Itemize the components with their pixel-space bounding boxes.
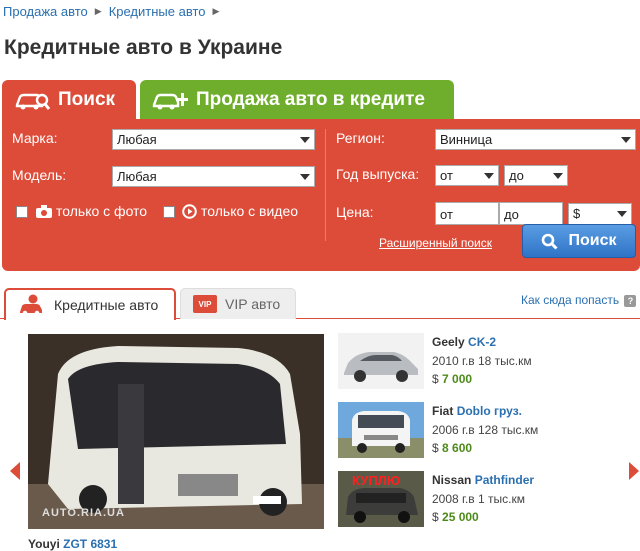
brand-select-value: Любая <box>117 132 157 147</box>
how-to-get-here-link[interactable]: Как сюда попасть ? <box>521 293 637 307</box>
how-to-get-here-label: Как сюда попасть <box>521 293 620 307</box>
carousel-prev-arrow-icon[interactable] <box>10 462 20 480</box>
currency-symbol: $ <box>432 441 439 455</box>
chevron-down-icon <box>617 211 627 217</box>
tab-credit-sale-label: Продажа авто в кредите <box>196 89 425 110</box>
tab-credit-cars-label: Кредитные авто <box>54 297 159 313</box>
featured-car-image[interactable]: AUTO.RIA.UA <box>28 334 324 529</box>
car-search-icon <box>15 93 50 110</box>
play-icon <box>182 204 197 219</box>
video-only-label: только с видео <box>201 203 299 219</box>
page-title: Кредитные авто в Украине <box>4 36 283 59</box>
car-details: 2010 г.в 18 тыс.км <box>432 354 532 368</box>
help-icon: ? <box>624 295 637 307</box>
photo-only-checkbox[interactable] <box>16 206 28 218</box>
tab-search-label: Поиск <box>58 89 116 110</box>
car-details: 2006 г.в 128 тыс.км <box>432 423 539 437</box>
featured-car-title[interactable]: Youyi ZGT 6831 <box>28 537 117 551</box>
region-select-value: Винница <box>440 132 493 147</box>
car-brand: Nissan <box>432 473 472 487</box>
chevron-down-icon <box>300 174 310 180</box>
year-from-value: от <box>440 168 453 183</box>
video-only-checkbox[interactable] <box>163 206 175 218</box>
panel-divider <box>325 129 326 241</box>
chevron-down-icon <box>484 173 494 179</box>
thumbnail-overlay-text: КУПЛЮ <box>352 473 401 488</box>
chevron-down-icon <box>553 173 563 179</box>
car-title: Fiat Doblo груз. <box>432 404 522 418</box>
list-item[interactable]: КУПЛЮ Nissan Pathfinder 2008 г.в 1 тыс.к… <box>338 471 638 529</box>
price-value: 7 000 <box>442 372 473 386</box>
car-photo <box>338 333 424 389</box>
tab-credit-sale[interactable]: Продажа авто в кредите <box>140 80 454 120</box>
photo-only-label: только с фото <box>56 203 148 219</box>
car-price: $ 25 000 <box>432 510 479 524</box>
currency-symbol: $ <box>432 372 439 386</box>
price-to-input[interactable]: до <box>499 202 563 225</box>
car-add-icon <box>152 93 188 110</box>
car-model-link[interactable]: Doblo груз. <box>457 404 522 418</box>
region-select[interactable]: Винница <box>435 129 636 150</box>
price-value: 8 600 <box>442 441 473 455</box>
car-price: $ 7 000 <box>432 372 472 386</box>
car-thumbnail[interactable]: КУПЛЮ <box>338 471 424 527</box>
region-label: Регион: <box>336 130 385 146</box>
tab-vip-cars-label: VIP авто <box>225 296 281 312</box>
search-panel: Марка: Любая Модель: Любая только с фото… <box>2 119 640 271</box>
car-photo <box>338 402 424 458</box>
currency-symbol: $ <box>432 510 439 524</box>
car-model-link[interactable]: CK-2 <box>468 335 496 349</box>
breadcrumb-item-sale[interactable]: Продажа авто <box>3 4 88 19</box>
currency-select[interactable]: $ <box>568 203 632 225</box>
tab-credit-cars[interactable]: Кредитные авто <box>4 288 176 320</box>
price-value: 25 000 <box>442 510 479 524</box>
chevron-down-icon <box>621 137 631 143</box>
car-thumbnail[interactable] <box>338 333 424 389</box>
search-icon <box>542 233 559 250</box>
watermark: AUTO.RIA.UA <box>42 507 125 519</box>
car-price: $ 8 600 <box>432 441 472 455</box>
car-credit-icon <box>20 294 42 316</box>
price-label: Цена: <box>336 204 374 220</box>
breadcrumb: Продажа авто ▶ Кредитные авто ▶ <box>3 4 226 19</box>
car-title: Nissan Pathfinder <box>432 473 534 487</box>
chevron-right-icon: ▶ <box>94 6 102 16</box>
breadcrumb-item-credit[interactable]: Кредитные авто <box>109 4 206 19</box>
model-select-value: Любая <box>117 169 157 184</box>
year-label: Год выпуска: <box>336 166 420 182</box>
car-title: Geely CK-2 <box>432 335 496 349</box>
model-select[interactable]: Любая <box>112 166 315 187</box>
chevron-down-icon <box>300 137 310 143</box>
price-from-input[interactable]: от <box>435 202 499 225</box>
chevron-right-icon: ▶ <box>212 6 220 16</box>
brand-label: Марка: <box>12 130 58 146</box>
currency-select-value: $ <box>573 206 581 221</box>
brand-select[interactable]: Любая <box>112 129 315 150</box>
list-item[interactable]: Geely CK-2 2010 г.в 18 тыс.км $ 7 000 <box>338 333 638 391</box>
car-thumbnail[interactable] <box>338 402 424 458</box>
tab-vip-cars[interactable]: VIP VIP авто <box>180 288 296 319</box>
year-to-select[interactable]: до <box>504 165 568 186</box>
vip-badge-icon: VIP <box>193 295 217 313</box>
year-from-select[interactable]: от <box>435 165 499 186</box>
list-item[interactable]: Fiat Doblo груз. 2006 г.в 128 тыс.км $ 8… <box>338 402 638 460</box>
camera-icon <box>36 205 52 218</box>
car-model-link[interactable]: Pathfinder <box>475 473 534 487</box>
tab-search[interactable]: Поиск <box>2 80 136 120</box>
featured-brand: Youyi <box>28 537 60 551</box>
year-to-value: до <box>509 168 524 183</box>
model-label: Модель: <box>12 167 67 183</box>
featured-model-link[interactable]: ZGT 6831 <box>63 537 117 551</box>
bus-photo <box>28 334 324 529</box>
advanced-search-link[interactable]: Расширенный поиск <box>379 236 492 250</box>
search-button-label: Поиск <box>568 232 617 249</box>
search-button[interactable]: Поиск <box>522 224 636 258</box>
car-brand: Fiat <box>432 404 454 418</box>
car-brand: Geely <box>432 335 465 349</box>
car-details: 2008 г.в 1 тыс.км <box>432 492 525 506</box>
